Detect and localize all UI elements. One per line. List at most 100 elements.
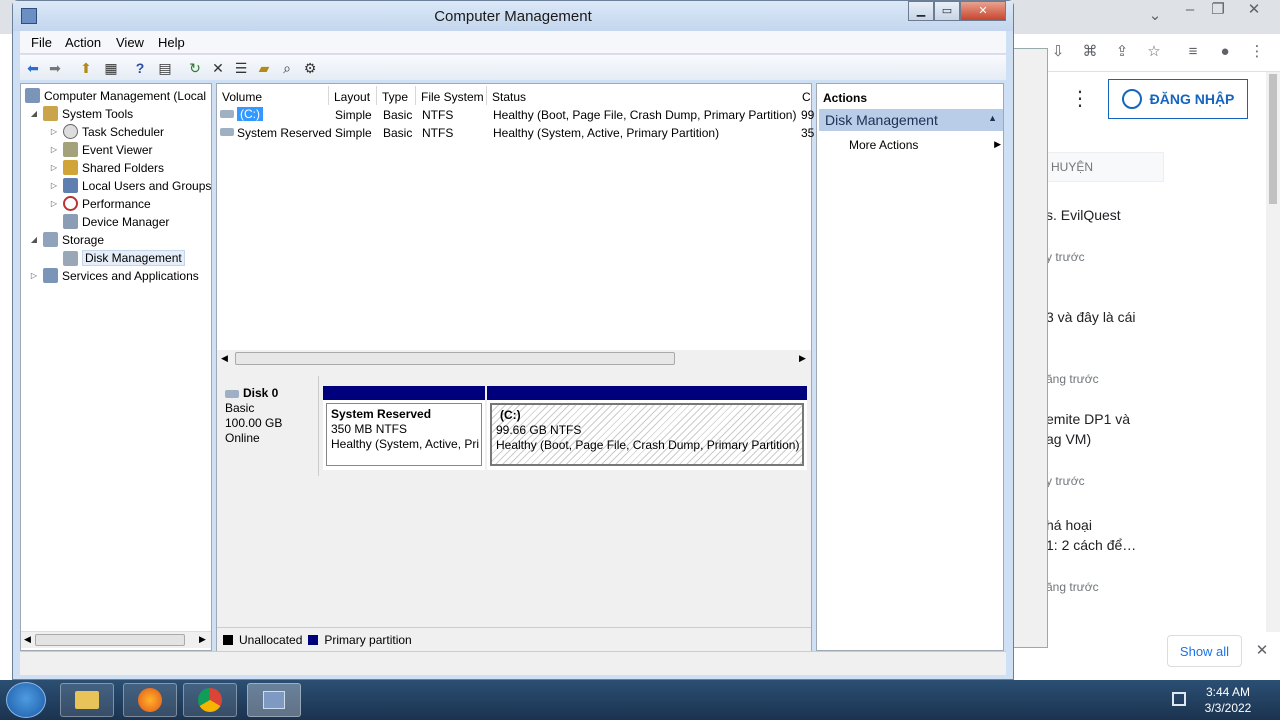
properties-icon[interactable]: ☰ [231, 58, 251, 78]
disk-info-panel[interactable]: Disk 0 Basic 100.00 GB Online [217, 376, 319, 476]
help-icon[interactable]: ? [130, 58, 150, 78]
collapsed-arrow-icon[interactable]: ▷ [49, 145, 59, 154]
taskbar-computer-management[interactable] [247, 683, 301, 717]
title-bar[interactable]: Computer Management ▁ ▭ ✕ [13, 1, 1013, 31]
refresh-icon[interactable]: ↻ [185, 58, 205, 78]
minimize-button[interactable]: ▁ [908, 1, 934, 21]
tree-item-task-scheduler[interactable]: ▷ Task Scheduler [49, 124, 164, 139]
scroll-left-icon[interactable]: ◀ [24, 634, 31, 645]
delete-icon[interactable]: ✕ [208, 58, 228, 78]
column-header-type[interactable]: Type [377, 86, 416, 105]
feed-item[interactable]: s. EvilQuest [1046, 207, 1121, 223]
menu-help[interactable]: Help [158, 35, 185, 50]
chevron-down-icon[interactable]: ⌄ [1145, 6, 1165, 26]
tree-item-services-and-applications[interactable]: ▷ Services and Applications [29, 268, 199, 283]
close-icon[interactable]: ✕ [1252, 641, 1272, 661]
more-actions-item[interactable]: More Actions ▶ [849, 138, 1001, 152]
profile-icon[interactable]: ● [1215, 42, 1235, 62]
feed-item[interactable]: há hoại [1046, 517, 1092, 533]
tree-item-performance[interactable]: ▷ Performance [49, 196, 151, 211]
column-header-volume[interactable]: Volume [217, 86, 329, 105]
volume-list: Volume Layout Type File System Status C … [217, 84, 814, 368]
login-button[interactable]: ĐĂNG NHẬP [1108, 79, 1248, 119]
feed-item[interactable]: 1: 2 cách để… [1046, 537, 1136, 553]
restore-icon[interactable]: ❐ [1208, 0, 1228, 20]
collapsed-arrow-icon[interactable]: ▷ [49, 181, 59, 190]
share-icon[interactable]: ⇪ [1112, 42, 1132, 62]
show-hide-action-pane-icon[interactable]: ▤ [155, 58, 175, 78]
tree-item-system-tools[interactable]: ◢ System Tools [29, 106, 133, 121]
menu-action[interactable]: Action [65, 35, 101, 50]
menu-file[interactable]: File [31, 35, 52, 50]
cell-type: Basic [383, 126, 413, 140]
collapsed-arrow-icon[interactable]: ▷ [29, 271, 39, 280]
column-header-status[interactable]: Status [487, 86, 801, 105]
scroll-right-icon[interactable]: ▶ [799, 353, 806, 364]
browser-scrollbar[interactable] [1266, 72, 1280, 632]
tree-item-root[interactable]: Computer Management (Local [25, 88, 206, 103]
tree-horizontal-scrollbar[interactable]: ◀ ▶ [21, 631, 211, 648]
kebab-menu-icon[interactable]: ⋮ [1070, 89, 1090, 109]
taskbar-firefox[interactable] [123, 683, 177, 717]
scroll-left-icon[interactable]: ◀ [221, 353, 228, 364]
clock-icon [63, 124, 78, 139]
minimize-icon[interactable]: – [1180, 0, 1200, 20]
cell-file-system: NTFS [422, 126, 454, 140]
maximize-button[interactable]: ▭ [934, 1, 960, 21]
actions-section-disk-management[interactable]: Disk Management ▲ [819, 109, 1003, 131]
open-folder-icon[interactable]: ▰ [254, 58, 274, 78]
close-icon[interactable]: ✕ [1244, 0, 1264, 20]
taskbar-explorer[interactable] [60, 683, 114, 717]
start-button[interactable] [6, 682, 46, 718]
expanded-arrow-icon[interactable]: ◢ [29, 109, 39, 118]
scrollbar-thumb[interactable] [35, 634, 185, 646]
collapsed-arrow-icon[interactable]: ▷ [49, 127, 59, 136]
partition-status: Healthy (Boot, Page File, Crash Dump, Pr… [496, 438, 800, 452]
forward-icon[interactable]: ➡ [45, 58, 65, 78]
tree-item-local-users-and-groups[interactable]: ▷ Local Users and Groups [49, 178, 211, 193]
feed-item[interactable]: ag VM) [1046, 431, 1091, 447]
partition-c-drive[interactable]: (C:) 99.66 GB NTFS Healthy (Boot, Page F… [487, 386, 807, 470]
column-header-file-system[interactable]: File System [416, 86, 487, 105]
taskbar-chrome[interactable] [183, 683, 237, 717]
tree-item-storage[interactable]: ◢ Storage [29, 232, 104, 247]
search-icon[interactable]: ⌕ [277, 58, 297, 78]
scrollbar-thumb[interactable] [235, 352, 675, 365]
collapsed-arrow-icon[interactable]: ▷ [49, 163, 59, 172]
back-icon[interactable]: ⬅ [23, 58, 43, 78]
scrollbar-thumb[interactable] [1269, 74, 1277, 204]
close-button[interactable]: ✕ [960, 1, 1006, 21]
show-all-button[interactable]: Show all [1167, 635, 1242, 667]
column-header-capacity[interactable]: C [797, 86, 811, 105]
reading-list-icon[interactable]: ≡ [1183, 42, 1203, 62]
list-horizontal-scrollbar[interactable]: ◀ ▶ [217, 350, 811, 368]
actions-pane: Actions Disk Management ▲ More Actions ▶ [816, 83, 1004, 651]
feed-item[interactable]: 3 và đây là cái [1046, 309, 1136, 325]
user-icon [1121, 89, 1142, 109]
expanded-arrow-icon[interactable]: ◢ [29, 235, 39, 244]
menu-view[interactable]: View [116, 35, 144, 50]
filter-field[interactable]: HUYỆN [1046, 152, 1164, 182]
collapsed-arrow-icon[interactable]: ▷ [49, 199, 59, 208]
scroll-right-icon[interactable]: ▶ [199, 634, 206, 645]
tree-label: Storage [62, 232, 105, 247]
up-folder-icon[interactable]: ⬆ [76, 58, 96, 78]
tree-item-shared-folders[interactable]: ▷ Shared Folders [49, 160, 164, 175]
show-hide-tree-icon[interactable]: ▦ [101, 58, 121, 78]
settings-icon[interactable]: ⚙ [300, 58, 320, 78]
taskbar-clock[interactable]: 3:44 AM 3/3/2022 [1198, 684, 1258, 716]
tree-item-event-viewer[interactable]: ▷ Event Viewer [49, 142, 152, 157]
tree-item-disk-management[interactable]: Disk Management [49, 250, 185, 266]
table-row[interactable]: (C:) Simple Basic NTFS Healthy (Boot, Pa… [217, 106, 814, 124]
translate-icon[interactable]: ⌘ [1080, 42, 1100, 62]
partition-system-reserved[interactable]: System Reserved 350 MB NTFS Healthy (Sys… [323, 386, 485, 470]
tree-item-device-manager[interactable]: Device Manager [49, 214, 169, 229]
network-icon[interactable] [1172, 692, 1186, 706]
more-menu-icon[interactable]: ⋮ [1247, 42, 1267, 62]
table-row[interactable]: System Reserved Simple Basic NTFS Health… [217, 124, 814, 142]
bookmark-star-icon[interactable]: ☆ [1144, 42, 1164, 62]
column-header-layout[interactable]: Layout [329, 86, 377, 105]
download-icon[interactable]: ⇩ [1048, 42, 1068, 62]
collapse-icon[interactable]: ▲ [988, 113, 997, 123]
feed-item[interactable]: emite DP1 và [1046, 411, 1130, 427]
